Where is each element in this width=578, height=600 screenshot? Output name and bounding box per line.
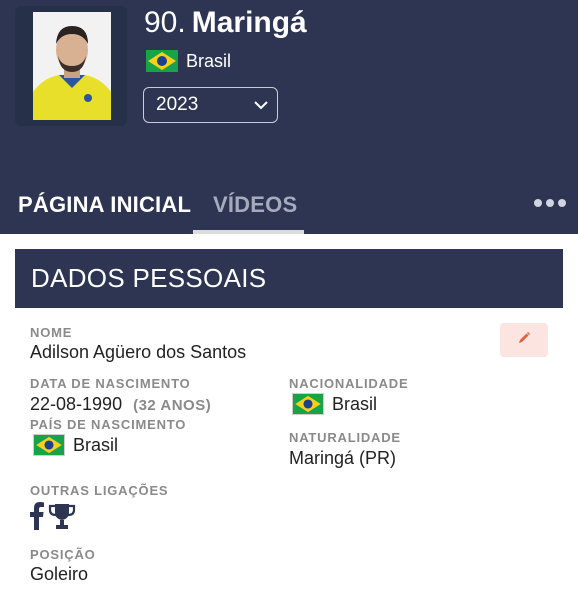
section-title: DADOS PESSOAIS — [15, 249, 563, 308]
posicao-value: Goleiro — [30, 564, 89, 584]
tab-pagina-inicial[interactable]: PÁGINA INICIAL — [18, 192, 191, 218]
nascimento-label: DATA DE NASCIMENTO — [30, 376, 191, 391]
posicao-label: POSIÇÃO — [30, 547, 96, 562]
pais-nascimento-row: Brasil — [33, 434, 118, 456]
country-name: Brasil — [186, 50, 232, 71]
facebook-icon[interactable] — [30, 502, 44, 535]
brazil-flag-icon — [33, 434, 65, 456]
age-value: (32 ANOS) — [133, 397, 212, 414]
season-select-value: 2023 — [156, 94, 199, 115]
country-row: Brasil — [146, 50, 231, 72]
pais-nascimento-label: PAÍS DE NASCIMENTO — [30, 417, 187, 432]
chevron-down-icon — [253, 97, 269, 113]
more-options-icon[interactable] — [534, 199, 566, 207]
pais-nascimento-value: Brasil — [73, 434, 119, 455]
brazil-flag-icon — [146, 50, 178, 72]
nascimento-value: 22-08-1990 — [30, 394, 123, 414]
tab-bar: PÁGINA INICIAL VÍDEOS — [0, 178, 578, 234]
tab-videos[interactable]: VÍDEOS — [213, 192, 297, 218]
ranking-number: 90. — [144, 6, 186, 39]
nacionalidade-value: Brasil — [332, 393, 378, 414]
profile-header: 90. Maringá Brasil 2023 PÁGINA INICIAL V… — [0, 0, 578, 234]
nome-label: NOME — [30, 325, 73, 340]
club-title: 90. Maringá — [144, 6, 307, 42]
nome-value: Adilson Agüero dos Santos — [30, 342, 247, 362]
player-photo-frame — [15, 6, 127, 126]
outras-ligacoes-label: OUTRAS LIGAÇÕES — [30, 483, 169, 498]
season-select[interactable]: 2023 — [143, 87, 278, 123]
naturalidade-value: Maringá (PR) — [289, 448, 397, 468]
club-name: Maringá — [191, 6, 307, 39]
outras-ligacoes-links — [30, 502, 76, 535]
nacionalidade-row: Brasil — [292, 393, 377, 415]
nascimento-value-row: 22-08-1990 (32 ANOS) — [30, 394, 211, 415]
brazil-flag-icon — [292, 393, 324, 415]
nacionalidade-label: NACIONALIDADE — [289, 376, 409, 391]
player-photo[interactable] — [33, 12, 111, 120]
pencil-icon — [517, 331, 531, 350]
tab-underline — [193, 230, 304, 234]
naturalidade-label: NATURALIDADE — [289, 430, 401, 445]
trophy-icon[interactable] — [48, 502, 76, 535]
edit-button[interactable] — [500, 323, 548, 357]
